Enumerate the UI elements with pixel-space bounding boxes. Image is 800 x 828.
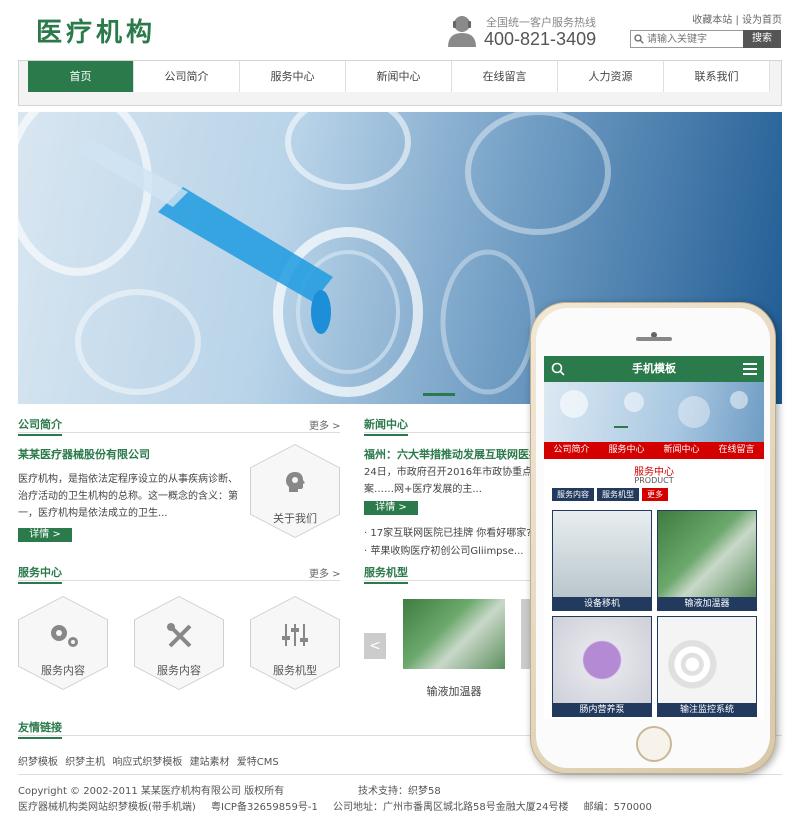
search-input[interactable] <box>647 32 743 46</box>
about-us-label: 关于我们 <box>273 512 317 525</box>
footer: Copyright © 2002-2011 某某医疗机构有限公司 版权所有 技术… <box>18 784 782 816</box>
icp-number: 粤ICP备32659859号-1 <box>211 802 318 813</box>
friend-link-1[interactable]: 织梦模板 <box>18 757 58 768</box>
footer-divider <box>18 774 782 775</box>
mobile-card-2[interactable]: 输液加温器 <box>657 510 757 611</box>
site-name: 医疗器械机构类网站织梦模板(带手机端) <box>18 802 196 813</box>
top-links: 收藏本站 | 设为首页 <box>692 11 782 26</box>
search-icon[interactable] <box>551 362 565 376</box>
mobile-subtab-content[interactable]: 服务内容 <box>552 488 594 501</box>
company-description: 医疗机构，是指依法定程序设立的从事疾病诊断、治疗活动的卫生机构的总称。这一概念的… <box>18 474 238 519</box>
postcode: 邮编：570000 <box>583 802 652 813</box>
nav-services[interactable]: 服务中心 <box>240 61 346 92</box>
machines-title: 服务机型 <box>364 564 408 584</box>
nav-contact[interactable]: 联系我们 <box>664 61 770 92</box>
news-item-1[interactable]: · 17家互联网医院已挂牌 你看好哪家? <box>364 524 532 539</box>
news-item-2[interactable]: · 苹果收购医疗初创公司Gliimpse... <box>364 542 523 557</box>
search-button[interactable]: 搜索 <box>743 30 781 48</box>
card-label: 肠内营养泵 <box>579 705 625 715</box>
banner-pager[interactable] <box>423 393 455 396</box>
hotline-number: 400-821-3409 <box>484 29 597 49</box>
services-more-link[interactable]: 更多 > <box>309 565 341 580</box>
card-photo <box>553 617 651 703</box>
about-details-button[interactable]: 详情 > <box>18 528 72 542</box>
search-box: 搜索 <box>630 30 781 48</box>
mobile-banner[interactable] <box>544 382 764 442</box>
mobile-subtab-more[interactable]: 更多 <box>642 488 668 501</box>
search-icon <box>634 34 644 44</box>
tech-support: 技术支持：织梦58 <box>358 786 441 797</box>
mobile-card-4[interactable]: 输注监控系统 <box>657 616 757 717</box>
friend-link-2[interactable]: 织梦主机 <box>65 757 105 768</box>
news-details-button[interactable]: 详情 > <box>364 501 418 515</box>
services-divider <box>18 580 340 581</box>
service-label-2: 服务内容 <box>157 664 201 677</box>
nav-home[interactable]: 首页 <box>28 61 134 92</box>
mobile-banner-art <box>560 390 748 428</box>
company-name[interactable]: 某某医疗器械股份有限公司 <box>18 446 150 462</box>
nav-message[interactable]: 在线留言 <box>452 61 558 92</box>
about-more-link[interactable]: 更多 > <box>309 417 341 432</box>
friend-links-title: 友情链接 <box>18 719 62 739</box>
card-label: 输液加温器 <box>684 599 730 609</box>
mobile-tabs: 公司简介 服务中心 新闻中心 在线留言 <box>544 442 764 459</box>
mobile-section-subtitle: PRODUCT <box>634 476 674 485</box>
card-label: 设备移机 <box>583 599 620 609</box>
friend-links: 织梦模板 织梦主机 响应式织梦模板 建站素材 爱特CMS <box>18 753 279 768</box>
nav-about[interactable]: 公司简介 <box>134 61 240 92</box>
services-title: 服务中心 <box>18 564 62 584</box>
address: 公司地址：广州市番禺区城北路58号金融大厦24号楼 <box>333 802 569 813</box>
nav-news[interactable]: 新闻中心 <box>346 61 452 92</box>
copyright: Copyright © 2002-2011 某某医疗机构有限公司 版权所有 <box>18 786 285 797</box>
carousel-prev-button[interactable]: < <box>364 633 386 659</box>
head-gear-icon <box>286 472 305 492</box>
friend-link-3[interactable]: 响应式织梦模板 <box>112 757 182 768</box>
mobile-screen: 手机模板 公司简介 服务中心 新闻中心 在线留言 服务中心 PRODUCT 服务… <box>544 356 764 719</box>
machine-photo[interactable] <box>403 599 505 669</box>
bookmark-link[interactable]: 收藏本站 <box>692 15 732 26</box>
news-headline[interactable]: 福州：六大举措推动发展互联网医疗 <box>364 446 540 462</box>
phone-home-button[interactable] <box>636 726 672 762</box>
machine-label[interactable]: 输液加温器 <box>403 683 505 699</box>
news-title: 新闻中心 <box>364 416 408 436</box>
nav-hr[interactable]: 人力资源 <box>558 61 664 92</box>
phone-speaker <box>636 337 672 341</box>
mobile-card-3[interactable]: 肠内营养泵 <box>552 616 652 717</box>
card-photo <box>553 511 651 597</box>
tools-icon <box>167 623 192 648</box>
service-label-1: 服务内容 <box>41 664 85 677</box>
mobile-tab-news[interactable]: 新闻中心 <box>654 442 709 459</box>
card-photo <box>658 617 756 703</box>
menu-icon[interactable] <box>743 363 757 375</box>
mobile-tab-services[interactable]: 服务中心 <box>599 442 654 459</box>
sliders-icon <box>282 624 308 646</box>
customer-service-icon <box>448 16 476 47</box>
mobile-tab-about[interactable]: 公司简介 <box>544 442 599 459</box>
about-divider <box>18 432 340 433</box>
friend-link-4[interactable]: 建站素材 <box>190 757 230 768</box>
gears-icon <box>51 625 78 647</box>
about-title: 公司简介 <box>18 416 62 436</box>
mobile-subtab-models[interactable]: 服务机型 <box>597 488 639 501</box>
news-item-text: 苹果收购医疗初创公司Gliimpse... <box>370 546 524 557</box>
machines-divider <box>364 580 534 581</box>
site-logo[interactable]: 医疗机构 <box>36 12 156 49</box>
card-label: 输注监控系统 <box>679 705 734 715</box>
mobile-card-1[interactable]: 设备移机 <box>552 510 652 611</box>
service-label-3: 服务机型 <box>273 664 317 677</box>
hotline-label: 全国统一客户服务热线 <box>486 16 596 29</box>
card-photo <box>658 511 756 597</box>
friend-link-5[interactable]: 爱特CMS <box>237 757 279 768</box>
news-divider <box>364 432 534 433</box>
main-nav: 首页 公司简介 服务中心 新闻中心 在线留言 人力资源 联系我们 <box>18 60 782 106</box>
news-item-text: 17家互联网医院已挂牌 你看好哪家? <box>370 528 532 539</box>
mobile-tab-message[interactable]: 在线留言 <box>709 442 764 459</box>
mobile-subtabs: 服务内容 服务机型 更多 <box>552 488 671 501</box>
set-homepage-link[interactable]: 设为首页 <box>742 15 782 26</box>
mobile-title: 手机模板 <box>632 362 676 375</box>
